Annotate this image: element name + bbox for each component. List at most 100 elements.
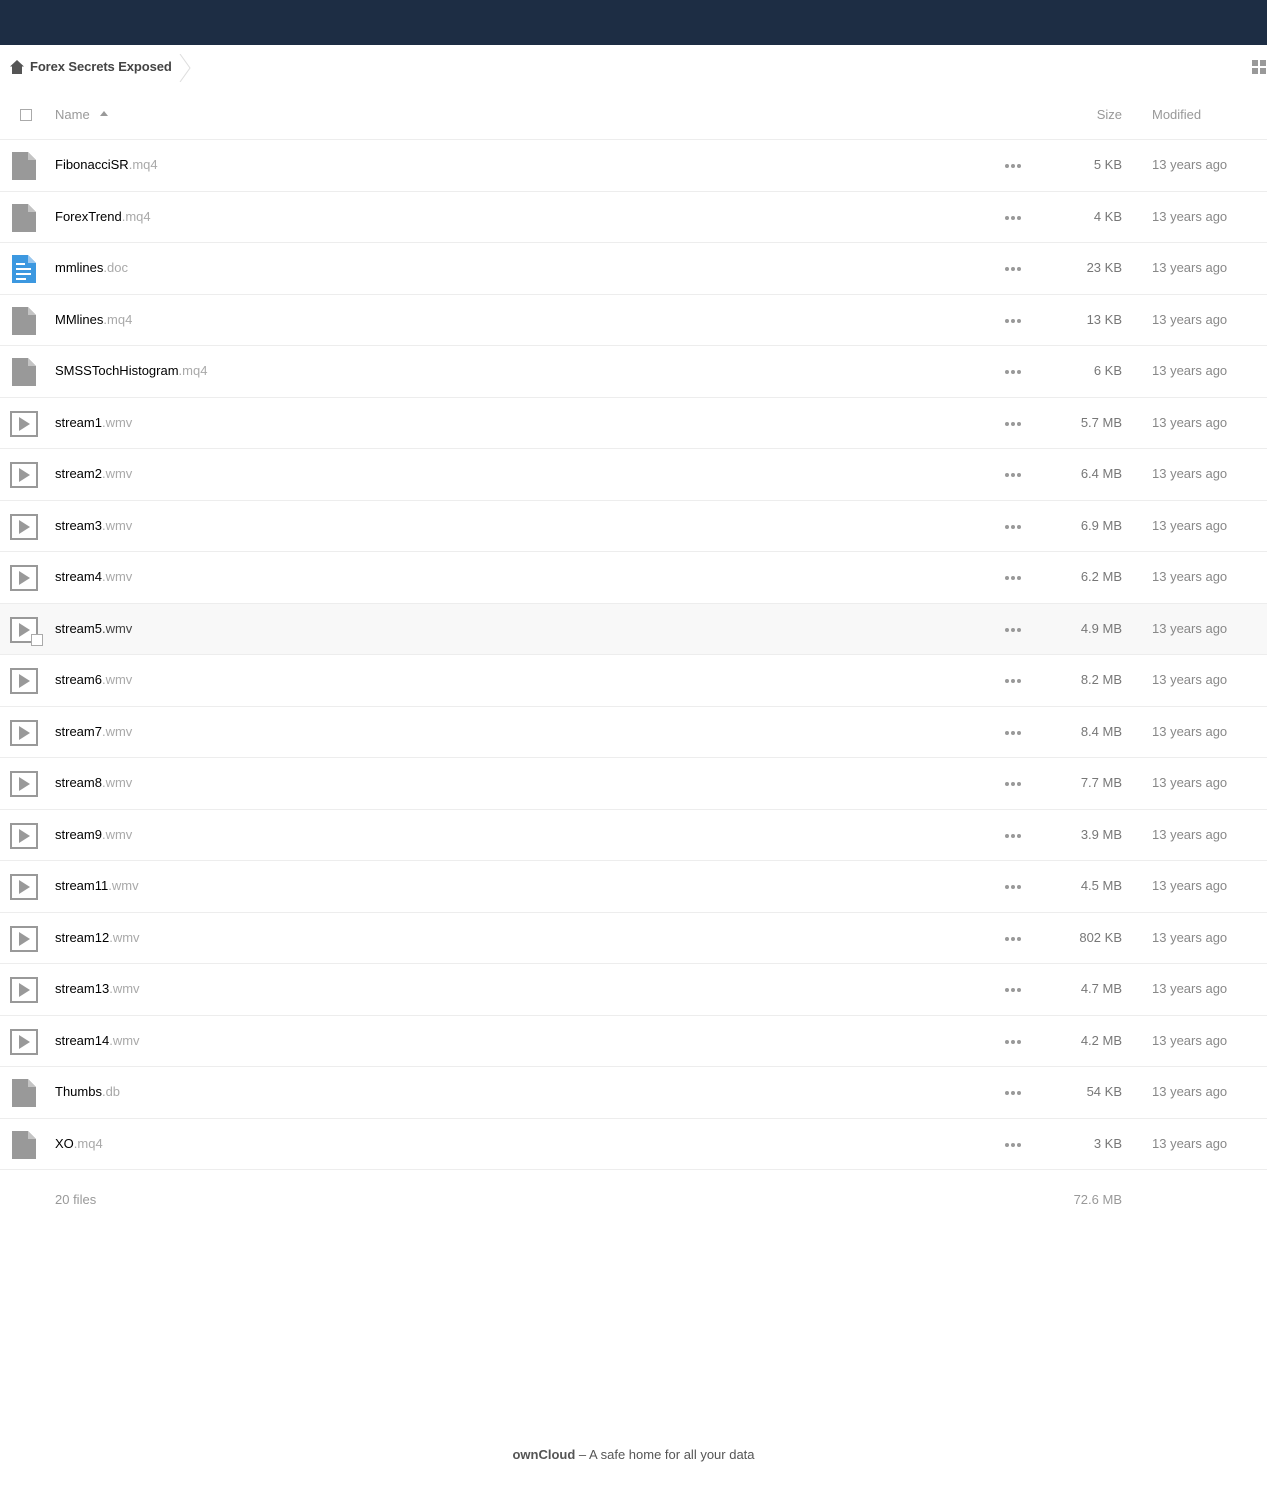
file-extension: .mq4	[103, 311, 133, 327]
file-name[interactable]: stream11.wmv	[55, 878, 139, 893]
file-row[interactable]: XO.mq4 3 KB 13 years ago	[0, 1119, 1267, 1170]
video-file-icon[interactable]	[10, 822, 38, 850]
breadcrumb-current-folder[interactable]: Forex Secrets Exposed	[30, 59, 172, 74]
row-select-checkbox[interactable]	[31, 633, 43, 646]
file-actions-menu-icon[interactable]	[1003, 930, 1023, 946]
file-name[interactable]: ForexTrend.mq4	[55, 209, 151, 224]
file-modified: 13 years ago	[1152, 826, 1228, 842]
select-all-checkbox[interactable]	[20, 109, 32, 121]
file-actions-menu-icon[interactable]	[1003, 724, 1023, 740]
column-header-name[interactable]: Name	[55, 107, 90, 122]
video-file-icon[interactable]	[10, 1028, 38, 1056]
column-header-size[interactable]: Size	[1097, 107, 1122, 122]
file-row[interactable]: SMSSTochHistogram.mq4 6 KB 13 years ago	[0, 346, 1267, 398]
generic-file-icon[interactable]	[10, 358, 38, 386]
home-icon[interactable]	[9, 59, 25, 75]
file-actions-menu-icon[interactable]	[1003, 827, 1023, 843]
file-actions-menu-icon[interactable]	[1003, 466, 1023, 482]
file-name[interactable]: stream14.wmv	[55, 1033, 140, 1048]
file-actions-menu-icon[interactable]	[1003, 312, 1023, 328]
file-row[interactable]: stream2.wmv 6.4 MB 13 years ago	[0, 449, 1267, 501]
file-name[interactable]: stream1.wmv	[55, 415, 132, 430]
file-actions-menu-icon[interactable]	[1003, 209, 1023, 225]
file-actions-menu-icon[interactable]	[1003, 260, 1023, 276]
file-row[interactable]: stream4.wmv 6.2 MB 13 years ago	[0, 552, 1267, 604]
file-row[interactable]: stream7.wmv 8.4 MB 13 years ago	[0, 707, 1267, 758]
file-name[interactable]: stream13.wmv	[55, 981, 140, 996]
file-name[interactable]: mmlines.doc	[55, 260, 128, 275]
footer-brand[interactable]: ownCloud	[512, 1447, 575, 1462]
file-modified: 13 years ago	[1152, 620, 1228, 636]
generic-file-icon[interactable]	[10, 203, 38, 232]
file-size: 4.7 MB	[1080, 981, 1122, 996]
video-file-icon[interactable]	[10, 410, 38, 438]
generic-file-icon[interactable]	[10, 1130, 38, 1159]
file-modified: 13 years ago	[1152, 1135, 1228, 1151]
generic-file-icon[interactable]	[10, 1079, 38, 1107]
file-name[interactable]: Thumbs.db	[55, 1084, 120, 1099]
video-file-icon[interactable]	[10, 667, 38, 695]
file-row[interactable]: stream1.wmv 5.7 MB 13 years ago	[0, 398, 1267, 449]
video-file-icon[interactable]	[10, 976, 38, 1004]
file-name[interactable]: stream8.wmv	[55, 775, 132, 790]
file-actions-menu-icon[interactable]	[1003, 981, 1023, 997]
file-name[interactable]: stream3.wmv	[55, 518, 132, 533]
file-actions-menu-icon[interactable]	[1003, 415, 1023, 431]
video-file-icon[interactable]	[10, 461, 38, 489]
file-row[interactable]: stream11.wmv 4.5 MB 13 years ago	[0, 861, 1267, 913]
file-size: 3.9 MB	[1080, 826, 1122, 842]
file-name[interactable]: stream4.wmv	[55, 569, 132, 584]
file-row[interactable]: mmlines.doc 23 KB 13 years ago	[0, 243, 1267, 295]
file-extension: .wmv	[109, 929, 140, 945]
file-name[interactable]: FibonacciSR.mq4	[55, 157, 158, 172]
file-row[interactable]: FibonacciSR.mq4 5 KB 13 years ago	[0, 140, 1267, 192]
file-actions-menu-icon[interactable]	[1003, 621, 1023, 637]
video-file-icon[interactable]	[10, 513, 38, 541]
file-actions-menu-icon[interactable]	[1003, 1084, 1023, 1100]
document-file-icon[interactable]	[10, 255, 38, 283]
video-file-icon[interactable]	[10, 925, 38, 953]
file-size: 6 KB	[1093, 363, 1122, 378]
file-row[interactable]: stream14.wmv 4.2 MB 13 years ago	[0, 1016, 1267, 1067]
file-name[interactable]: XO.mq4	[55, 1136, 103, 1151]
file-row[interactable]: stream5.wmv 4.9 MB 13 years ago	[0, 603, 1267, 655]
sort-ascending-icon[interactable]	[100, 111, 108, 116]
file-extension: .wmv	[109, 981, 140, 996]
grid-view-toggle-icon[interactable]	[1252, 60, 1267, 75]
file-name[interactable]: MMlines.mq4	[55, 312, 132, 327]
file-row[interactable]: stream3.wmv 6.9 MB 13 years ago	[0, 501, 1267, 552]
video-file-icon[interactable]	[10, 564, 38, 592]
file-name[interactable]: stream12.wmv	[55, 930, 140, 945]
file-name[interactable]: stream7.wmv	[55, 724, 132, 739]
column-header-modified[interactable]: Modified	[1152, 107, 1201, 122]
video-file-icon[interactable]	[10, 873, 38, 901]
video-file-icon[interactable]	[10, 719, 38, 747]
file-row[interactable]: MMlines.mq4 13 KB 13 years ago	[0, 295, 1267, 346]
file-actions-menu-icon[interactable]	[1003, 157, 1023, 173]
file-row[interactable]: Thumbs.db 54 KB 13 years ago	[0, 1067, 1267, 1119]
file-row[interactable]: stream12.wmv 802 KB 13 years ago	[0, 913, 1267, 964]
file-name[interactable]: stream2.wmv	[55, 466, 132, 481]
file-actions-menu-icon[interactable]	[1003, 363, 1023, 379]
file-actions-menu-icon[interactable]	[1003, 518, 1023, 534]
generic-file-icon[interactable]	[10, 306, 38, 335]
video-file-icon[interactable]	[10, 770, 38, 798]
file-name[interactable]: stream6.wmv	[55, 672, 132, 687]
file-row[interactable]: stream13.wmv 4.7 MB 13 years ago	[0, 964, 1267, 1016]
file-name[interactable]: stream9.wmv	[55, 827, 132, 842]
file-name[interactable]: SMSSTochHistogram.mq4	[55, 363, 207, 378]
file-actions-menu-icon[interactable]	[1003, 1136, 1023, 1152]
file-actions-menu-icon[interactable]	[1003, 569, 1023, 585]
file-actions-menu-icon[interactable]	[1003, 1033, 1023, 1049]
file-extension: .wmv	[101, 414, 133, 430]
file-name[interactable]: stream5.wmv	[55, 621, 132, 636]
file-actions-menu-icon[interactable]	[1003, 878, 1023, 894]
file-actions-menu-icon[interactable]	[1003, 775, 1023, 791]
generic-file-icon[interactable]	[10, 152, 38, 180]
file-size: 802 KB	[1079, 929, 1122, 945]
file-row[interactable]: stream9.wmv 3.9 MB 13 years ago	[0, 810, 1267, 861]
file-row[interactable]: stream8.wmv 7.7 MB 13 years ago	[0, 758, 1267, 810]
file-row[interactable]: stream6.wmv 8.2 MB 13 years ago	[0, 655, 1267, 707]
file-row[interactable]: ForexTrend.mq4 4 KB 13 years ago	[0, 192, 1267, 243]
file-actions-menu-icon[interactable]	[1003, 672, 1023, 688]
